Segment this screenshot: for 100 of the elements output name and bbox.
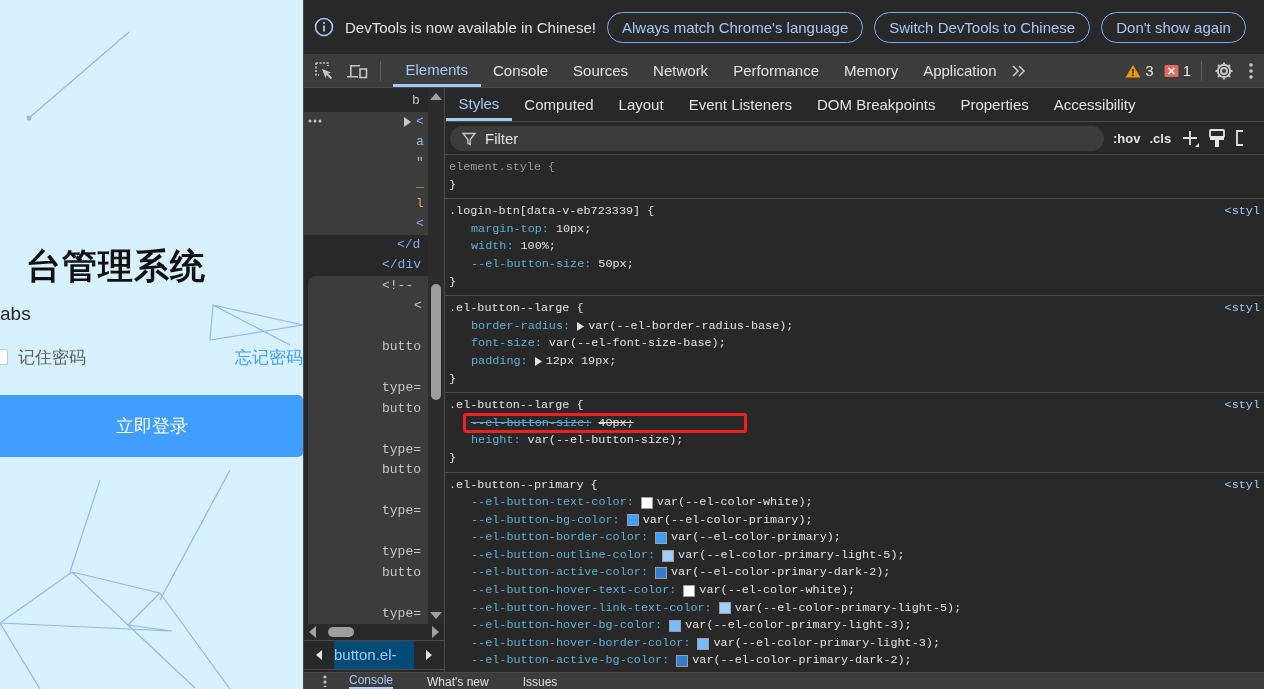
css-value[interactable]: var(--el-color-primary-light-5); — [734, 599, 962, 618]
filter-field[interactable]: Filter — [450, 125, 1104, 151]
css-property[interactable]: --el-button-bg-color: — [471, 511, 620, 530]
css-property[interactable]: border-radius: — [471, 317, 571, 336]
code-text: </div — [382, 256, 421, 274]
expand-arrow-icon[interactable] — [534, 357, 542, 367]
css-value[interactable]: 40px; — [598, 414, 634, 433]
css-value[interactable]: var(--el-button-size); — [527, 432, 684, 450]
scroll-up-icon[interactable] — [429, 92, 443, 100]
css-property[interactable]: font-size: — [471, 335, 542, 353]
color-swatch[interactable] — [626, 514, 639, 527]
settings-icon[interactable] — [1214, 60, 1234, 81]
css-value[interactable]: var(--el-color-primary-dark-2); — [671, 564, 891, 583]
css-property[interactable]: --el-button-text-color: — [471, 494, 634, 512]
source-link[interactable]: <styl — [1224, 300, 1260, 318]
scroll-right-icon[interactable] — [432, 626, 440, 638]
sidebar-tab[interactable]: Layout — [606, 88, 677, 121]
color-swatch[interactable] — [655, 567, 667, 580]
closing-brace: } — [449, 176, 458, 194]
panel-tab[interactable]: Memory — [831, 54, 911, 87]
warning-count: 3 — [1145, 62, 1154, 79]
sidebar-tab[interactable]: Styles — [446, 88, 512, 121]
panel-tab[interactable]: Console — [480, 54, 561, 87]
css-property[interactable]: width: — [471, 238, 514, 256]
scrollbar-thumb[interactable] — [328, 627, 354, 637]
css-property[interactable]: --el-button-hover-border-color: — [471, 634, 691, 653]
css-property[interactable]: margin-top: — [471, 220, 549, 239]
css-property[interactable]: height: — [471, 432, 521, 450]
panel-tab[interactable]: Network — [640, 54, 721, 87]
css-value[interactable]: var(--el-border-radius-base); — [588, 317, 794, 336]
warning-icon[interactable] — [1125, 63, 1142, 78]
closing-brace: } — [449, 273, 458, 291]
add-rule-icon[interactable] — [1181, 129, 1200, 147]
inspect-icon[interactable] — [314, 60, 334, 81]
css-property[interactable]: --el-button-hover-link-text-color: — [471, 599, 712, 618]
css-value[interactable]: var(--el-font-size-base); — [548, 335, 726, 353]
source-link[interactable]: <styl — [1224, 476, 1260, 495]
source-link[interactable]: <styl — [1224, 397, 1260, 415]
scroll-left-icon[interactable] — [308, 626, 316, 638]
css-value[interactable]: var(--el-color-white); — [656, 494, 813, 512]
drawer-tab[interactable]: Issues — [522, 675, 558, 689]
drawer-tab[interactable]: What's new — [427, 675, 489, 689]
color-swatch[interactable] — [676, 655, 689, 668]
sidebar-tab[interactable]: Event Listeners — [676, 88, 805, 121]
sidebar-tab[interactable]: Properties — [947, 88, 1042, 121]
scroll-down-icon[interactable] — [429, 612, 443, 620]
panel-tab[interactable]: Sources — [560, 54, 641, 87]
panel-tab[interactable]: Performance — [720, 54, 832, 87]
css-property[interactable]: --el-button-hover-text-color: — [471, 582, 677, 600]
css-value[interactable]: var(--el-color-primary-dark-2); — [692, 652, 912, 671]
css-value[interactable]: var(--el-color-primary); — [671, 529, 841, 547]
css-selector: element.style { — [449, 159, 556, 176]
more-icon[interactable] — [308, 118, 322, 123]
css-property[interactable]: --el-button-outline-color: — [471, 546, 656, 565]
sidebar-tab[interactable]: Computed — [511, 88, 607, 121]
code-text: < — [414, 297, 422, 315]
expand-arrow-icon[interactable] — [404, 116, 411, 127]
css-value[interactable]: 100%; — [520, 238, 556, 256]
sidebar-tab[interactable]: Accessibility — [1041, 88, 1148, 121]
more-tabs-icon[interactable] — [1011, 63, 1028, 78]
color-swatch[interactable] — [640, 496, 653, 509]
css-value[interactable]: 12px 19px; — [545, 352, 617, 371]
sidebar-tab[interactable]: DOM Breakpoints — [804, 88, 948, 121]
css-property[interactable]: --el-button-hover-bg-color: — [471, 617, 663, 635]
css-property[interactable]: --el-button-active-color: — [471, 564, 648, 583]
css-value[interactable]: 50px; — [598, 255, 634, 274]
color-swatch[interactable] — [655, 532, 667, 545]
color-swatch[interactable] — [683, 584, 696, 597]
css-value[interactable]: var(--el-color-white); — [699, 582, 856, 600]
css-value[interactable]: var(--el-color-primary-light-5); — [678, 546, 905, 565]
css-property[interactable]: --el-button-size: — [471, 255, 592, 274]
css-property[interactable]: --el-button-size: — [471, 414, 592, 433]
css-property[interactable]: padding: — [471, 352, 528, 371]
color-swatch[interactable] — [662, 549, 675, 562]
source-link[interactable]: <styl — [1224, 203, 1260, 221]
code-text: < — [416, 215, 424, 233]
paint-roller-icon[interactable] — [1209, 129, 1226, 147]
color-swatch[interactable] — [718, 602, 731, 615]
css-value[interactable]: var(--el-color-primary-light-3); — [685, 617, 912, 635]
css-property[interactable]: --el-button-active-bg-color: — [471, 652, 670, 671]
color-swatch[interactable] — [697, 637, 710, 650]
drawer-tab[interactable]: Console — [349, 673, 394, 689]
css-property[interactable]: --el-button-border-color: — [471, 529, 648, 547]
error-icon[interactable] — [1163, 63, 1179, 78]
drawer-menu-icon[interactable] — [323, 675, 327, 687]
toggle-button[interactable]: :hov — [1113, 130, 1141, 146]
remember-label: 记住密码 — [18, 346, 86, 369]
color-swatch[interactable] — [669, 620, 682, 633]
css-value[interactable]: 10px; — [555, 220, 592, 239]
code-text: l — [416, 194, 424, 213]
toggle-button[interactable]: .cls — [1149, 130, 1172, 146]
css-value[interactable]: var(--el-color-primary); — [642, 511, 813, 530]
code-text: < — [416, 112, 424, 131]
sidebar-toggle-icon[interactable] — [1235, 130, 1244, 146]
panel-tab[interactable]: Application — [910, 54, 1010, 87]
more-options-icon[interactable] — [1248, 61, 1254, 80]
css-value[interactable]: var(--el-color-primary-light-3); — [713, 634, 940, 653]
expand-arrow-icon[interactable] — [577, 322, 585, 332]
breadcrumb-item[interactable]: button.el- — [334, 641, 414, 669]
scrollbar-thumb[interactable] — [431, 284, 441, 400]
